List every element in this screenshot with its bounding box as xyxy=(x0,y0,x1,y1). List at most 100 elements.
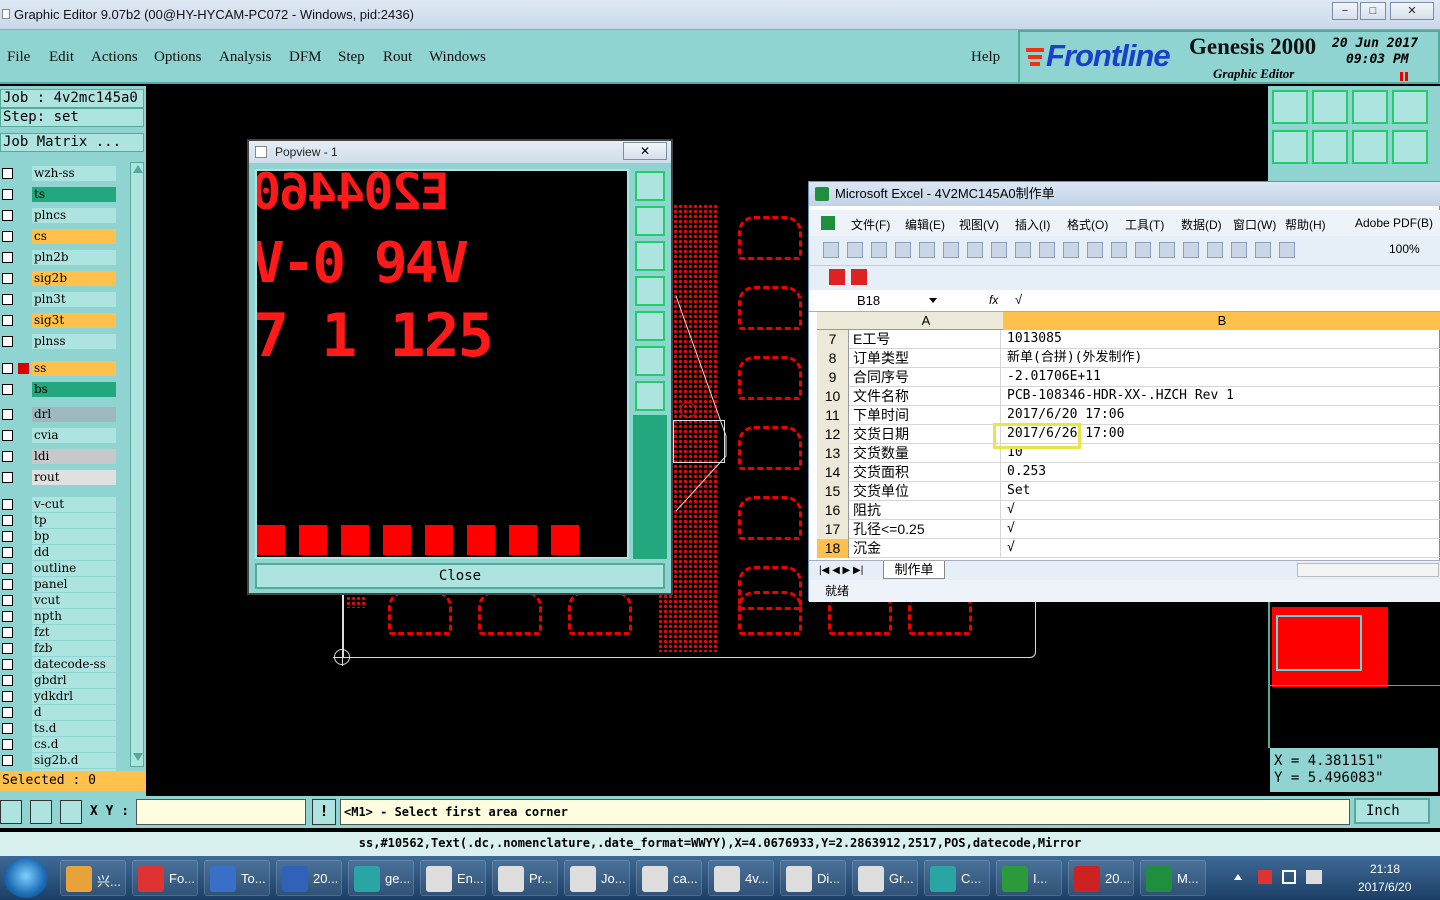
tray-network-icon[interactable] xyxy=(1282,870,1296,884)
tray-up-icon[interactable] xyxy=(1234,874,1242,880)
row-number[interactable]: 8 xyxy=(817,349,849,368)
scroll-up-icon[interactable] xyxy=(133,165,143,173)
layer-row[interactable]: tp xyxy=(0,513,116,528)
layer-checkbox[interactable] xyxy=(2,627,13,638)
layer-row[interactable]: d xyxy=(0,705,116,720)
taskbar-item[interactable]: 20... xyxy=(276,860,342,896)
print-icon[interactable] xyxy=(919,242,935,258)
cell-a[interactable]: 沉金 xyxy=(851,539,1001,558)
row-number[interactable]: 9 xyxy=(817,368,849,387)
layer-checkbox[interactable] xyxy=(2,168,13,179)
paste-icon[interactable] xyxy=(1063,242,1079,258)
row-number[interactable]: 15 xyxy=(817,482,849,501)
layer-checkbox[interactable] xyxy=(2,231,13,242)
cell-b[interactable]: PCB-108346-HDR-XX-.HZCH Rev 1 xyxy=(1003,387,1440,406)
tool-zoom-home-icon[interactable] xyxy=(1272,90,1308,124)
tool-grid-icon[interactable] xyxy=(60,800,82,824)
layer-row[interactable]: ydkdrl xyxy=(0,689,116,704)
excel-menu-edit[interactable]: 编辑(E) xyxy=(905,216,945,233)
layer-checkbox[interactable] xyxy=(2,451,13,462)
layer-checkbox[interactable] xyxy=(2,579,13,590)
scroll-down-icon[interactable] xyxy=(133,753,143,761)
layer-row[interactable]: cs.d xyxy=(0,737,116,752)
cell-b[interactable]: Set xyxy=(1003,482,1440,501)
taskbar-item[interactable]: To... xyxy=(204,860,270,896)
taskbar-item[interactable]: ca... xyxy=(636,860,702,896)
layer-scrollbar[interactable] xyxy=(130,162,144,767)
row-number[interactable]: 17 xyxy=(817,520,849,539)
excel-menu-window[interactable]: 窗口(W) xyxy=(1233,216,1276,233)
undo-icon[interactable] xyxy=(1111,242,1127,258)
layer-checkbox[interactable] xyxy=(2,611,13,622)
popview-close-button[interactable]: Close xyxy=(255,563,665,589)
excel-menu-data[interactable]: 数据(D) xyxy=(1181,216,1222,233)
menu-analysis[interactable]: Analysis xyxy=(219,49,272,66)
open-icon[interactable] xyxy=(847,242,863,258)
layer-row[interactable]: cvia xyxy=(0,428,116,443)
new-icon[interactable] xyxy=(823,242,839,258)
cell-b[interactable]: -2.01706E+11 xyxy=(1003,368,1440,387)
cell-a[interactable]: 订单类型 xyxy=(851,349,1001,368)
excel-menu-insert[interactable]: 插入(I) xyxy=(1015,216,1050,233)
layer-checkbox[interactable] xyxy=(2,515,13,526)
save-icon[interactable] xyxy=(871,242,887,258)
horizontal-scrollbar[interactable] xyxy=(1297,563,1439,577)
cell-b[interactable]: √ xyxy=(1003,501,1440,520)
row-number[interactable]: 16 xyxy=(817,501,849,520)
tray-flag-icon[interactable] xyxy=(1258,870,1272,884)
taskbar-item[interactable]: I... xyxy=(996,860,1062,896)
layer-row[interactable]: bp xyxy=(0,529,116,544)
chart-icon[interactable] xyxy=(1255,242,1271,258)
layer-checkbox[interactable] xyxy=(2,691,13,702)
tool-window-icon[interactable] xyxy=(1392,90,1428,124)
cell-b[interactable]: √ xyxy=(1003,539,1440,558)
name-box-dropdown-icon[interactable] xyxy=(929,298,937,303)
layer-row[interactable]: v-cut xyxy=(0,497,116,512)
layer-row[interactable]: dd xyxy=(0,545,116,560)
tool-select-icon[interactable] xyxy=(0,800,22,824)
permission-icon[interactable] xyxy=(895,242,911,258)
minimize-button[interactable]: − xyxy=(1332,2,1358,20)
name-box[interactable]: B18 xyxy=(813,291,943,311)
excel-zoom[interactable]: 100% xyxy=(1389,242,1420,256)
taskbar-item[interactable]: Fo... xyxy=(132,860,198,896)
layer-row[interactable]: datecode-ss xyxy=(0,657,116,672)
cell-b[interactable]: 1013085 xyxy=(1003,330,1440,349)
pdf-convert-icon[interactable] xyxy=(829,269,845,285)
menu-rout[interactable]: Rout xyxy=(383,49,412,66)
layer-checkbox[interactable] xyxy=(2,363,13,374)
layer-checkbox[interactable] xyxy=(2,336,13,347)
fx-icon[interactable]: fx xyxy=(989,293,998,307)
taskbar-item[interactable]: Pr... xyxy=(492,860,558,896)
layer-checkbox[interactable] xyxy=(2,210,13,221)
sort-asc-icon[interactable] xyxy=(1207,242,1223,258)
column-a-header[interactable]: A xyxy=(851,312,1001,330)
research-icon[interactable] xyxy=(991,242,1007,258)
menu-step[interactable]: Step xyxy=(338,49,365,66)
layer-row[interactable]: panel xyxy=(0,577,116,592)
layer-checkbox[interactable] xyxy=(2,707,13,718)
cell-a[interactable]: 合同序号 xyxy=(851,368,1001,387)
row-number[interactable]: 11 xyxy=(817,406,849,425)
job-matrix-button[interactable]: Job Matrix ... xyxy=(0,133,144,152)
formula-input[interactable]: √ xyxy=(1015,292,1022,307)
xy-input[interactable] xyxy=(136,799,306,825)
layer-row[interactable]: vcut xyxy=(0,593,116,608)
layer-row[interactable]: wzh-ss xyxy=(0,166,116,181)
layer-row[interactable]: rout xyxy=(0,470,116,485)
excel-menu-file[interactable]: 文件(F) xyxy=(851,216,890,233)
autosum-icon[interactable] xyxy=(1183,242,1199,258)
cell-a[interactable]: 交货日期 xyxy=(851,425,1001,444)
cell-a[interactable]: 下单时间 xyxy=(851,406,1001,425)
layer-checkbox[interactable] xyxy=(2,643,13,654)
layer-row[interactable]: fzt xyxy=(0,625,116,640)
tool-home-icon[interactable] xyxy=(1352,90,1388,124)
menu-dfm[interactable]: DFM xyxy=(289,49,322,66)
clock-date[interactable]: 2017/6/20 xyxy=(1358,880,1411,894)
cell-a[interactable]: 交货单位 xyxy=(851,482,1001,501)
row-number[interactable]: 14 xyxy=(817,463,849,482)
layer-checkbox[interactable] xyxy=(2,659,13,670)
layer-checkbox[interactable] xyxy=(2,315,13,326)
cell-a[interactable]: 阻抗 xyxy=(851,501,1001,520)
layer-checkbox[interactable] xyxy=(2,273,13,284)
